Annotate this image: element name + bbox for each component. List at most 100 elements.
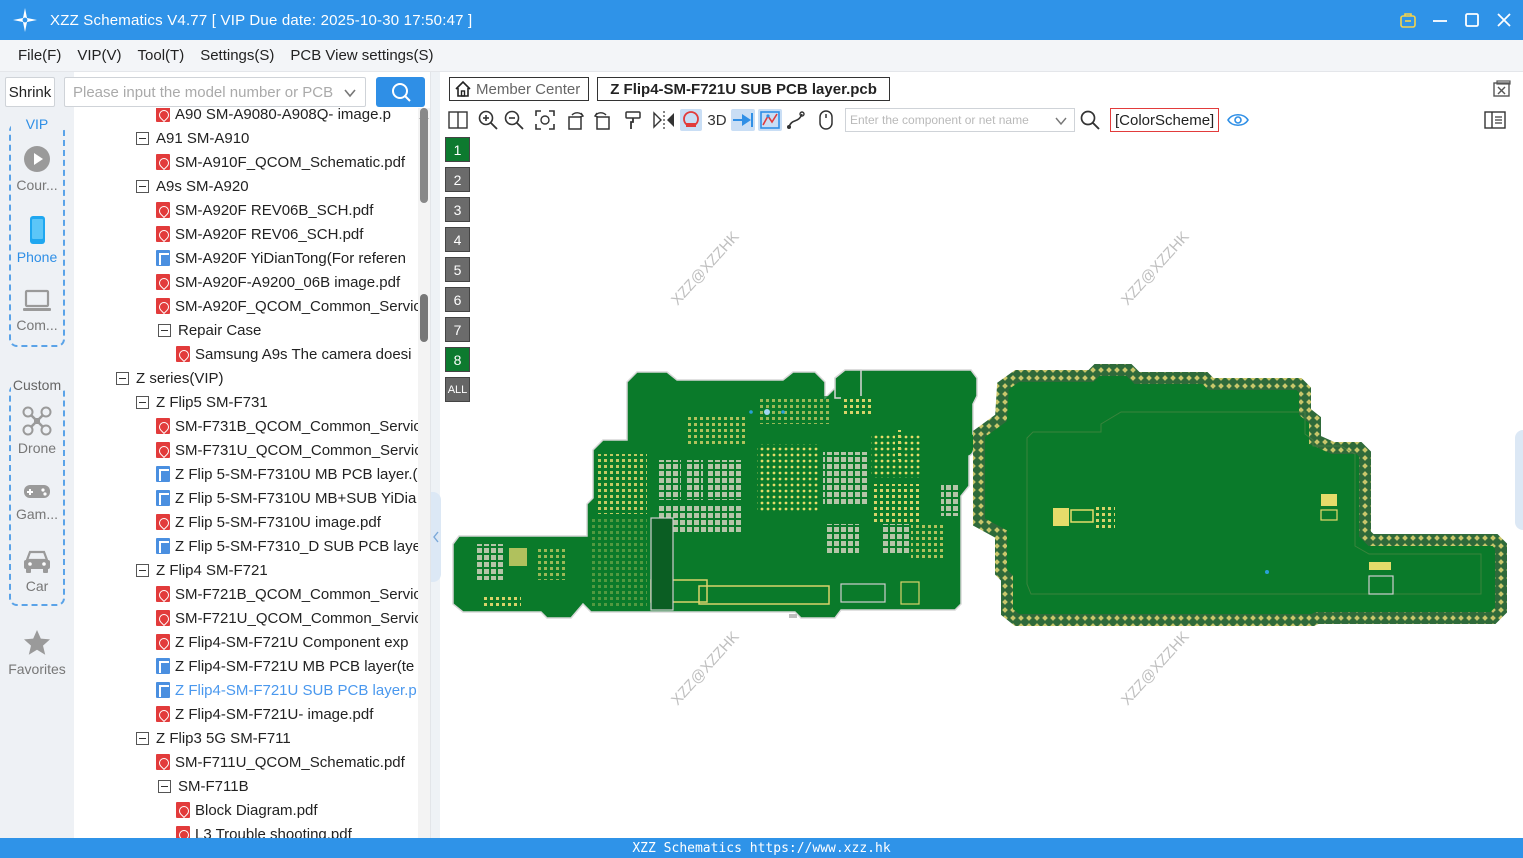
tree-file[interactable]: SM-A920F REV06_SCH.pdf <box>156 222 363 246</box>
component-view-icon[interactable] <box>680 109 702 131</box>
tree-file[interactable]: Samsung A9s The camera doesi <box>176 342 412 366</box>
tree-file[interactable]: Block Diagram.pdf <box>176 798 318 822</box>
pdf-file-icon <box>176 802 190 818</box>
tree-file[interactable]: Z Flip 5-SM-F7310U MB PCB layer.( <box>156 462 418 486</box>
minimize-button[interactable] <box>1431 11 1449 29</box>
rail-item-favorites[interactable]: Favorites <box>0 628 74 677</box>
rotate-right-icon[interactable] <box>591 109 613 131</box>
tree-file[interactable]: A90 SM-A9080-A908Q- image.p <box>156 108 391 126</box>
tree-folder[interactable]: Repair Case <box>158 318 261 342</box>
collapse-toggle-icon[interactable] <box>136 131 149 145</box>
custom-group-label: Custom <box>11 377 63 393</box>
tree-file[interactable]: Z Flip4-SM-F721U Component exp <box>156 630 408 654</box>
pdf-file-icon <box>156 274 170 290</box>
right-panel-handle[interactable] <box>1515 430 1523 530</box>
menu-file[interactable]: File(F) <box>18 47 61 64</box>
rail-item-drone[interactable]: Drone <box>11 406 63 456</box>
collapse-toggle-icon[interactable] <box>116 371 129 385</box>
tree-file[interactable]: Z Flip 5-SM-F7310U image.pdf <box>156 510 381 534</box>
tree-folder[interactable]: Z Flip4 SM-F721 <box>136 558 268 582</box>
menu-settings[interactable]: Settings(S) <box>200 47 274 64</box>
mirror-icon[interactable] <box>653 109 675 131</box>
tree-file[interactable]: Z Flip 5-SM-F7310_D SUB PCB laye <box>156 534 418 558</box>
tree-file[interactable]: Z Flip4-SM-F721U SUB PCB layer.p <box>156 678 417 702</box>
tree-file[interactable]: L3 Trouble shooting.pdf <box>176 822 352 838</box>
tree-folder[interactable]: A9s SM-A920 <box>136 174 249 198</box>
tree-file[interactable]: SM-F711U_QCOM_Schematic.pdf <box>156 750 405 774</box>
fit-view-icon[interactable] <box>534 109 556 131</box>
maximize-button[interactable] <box>1463 11 1481 29</box>
tree-folder[interactable]: Z series(VIP) <box>116 366 224 390</box>
collapse-toggle-icon[interactable] <box>136 731 149 745</box>
rail-item-computer[interactable]: Com... <box>11 289 63 333</box>
status-bar: XZZ Schematics https://www.xzz.hk <box>0 838 1523 858</box>
rail-item-phone[interactable]: Phone <box>11 215 63 265</box>
collapse-toggle-icon[interactable] <box>136 395 149 409</box>
menu-vip[interactable]: VIP(V) <box>77 47 121 64</box>
trace-icon[interactable] <box>785 109 807 131</box>
tree-file[interactable]: SM-A920F YiDianTong(For referen <box>156 246 406 270</box>
paint-brush-icon[interactable] <box>622 109 644 131</box>
tree-file[interactable]: SM-A920F REV06B_SCH.pdf <box>156 198 373 222</box>
model-search-input[interactable]: Please input the model number or PCB <box>64 77 366 107</box>
tree-file[interactable]: Z Flip4-SM-F721U- image.pdf <box>156 702 373 726</box>
scroll-thumb[interactable] <box>420 108 428 203</box>
3d-view-button[interactable]: 3D <box>705 109 729 131</box>
collapse-toggle-icon[interactable] <box>136 179 149 193</box>
vip-bag-icon[interactable] <box>1399 11 1417 29</box>
panel-splitter[interactable] <box>430 72 441 838</box>
scroll-thumb-secondary[interactable] <box>420 294 428 342</box>
tree-file[interactable]: SM-F721U_QCOM_Common_Servic <box>156 606 418 630</box>
tree-file[interactable]: SM-A920F-A9200_06B image.pdf <box>156 270 400 294</box>
pin-mode-icon[interactable] <box>731 109 755 131</box>
net-highlight-icon[interactable] <box>758 109 782 131</box>
pdf-file-icon <box>156 202 170 218</box>
component-search-icon[interactable] <box>1079 109 1101 131</box>
tree-file[interactable]: SM-F731U_QCOM_Common_Servic <box>156 438 418 462</box>
rotate-left-icon[interactable] <box>565 109 587 131</box>
tree-file[interactable]: SM-F731B_QCOM_Common_Servic <box>156 414 418 438</box>
tree-folder[interactable]: SM-F711B <box>158 774 249 798</box>
tab-member-center[interactable]: Member Center <box>449 77 590 101</box>
category-rail: Shrink VIP Cour... Phone Com... Custom D… <box>0 72 74 838</box>
close-tabs-icon[interactable] <box>1493 80 1511 98</box>
zoom-out-icon[interactable] <box>503 109 525 131</box>
tree-file[interactable]: SM-F721B_QCOM_Common_Servic <box>156 582 418 606</box>
tree-item-label: SM-F721U_QCOM_Common_Servic <box>175 609 418 627</box>
tree-folder[interactable]: A91 SM-A910 <box>136 126 249 150</box>
rail-item-car[interactable]: Car <box>11 548 63 594</box>
tree-folder[interactable]: Z Flip5 SM-F731 <box>136 390 268 414</box>
tree-folder[interactable]: Z Flip3 5G SM-F711 <box>136 726 291 750</box>
tree-item-label: Z Flip 5-SM-F7310U image.pdf <box>175 513 381 531</box>
tree-file[interactable]: Z Flip4-SM-F721U MB PCB layer(te <box>156 654 414 678</box>
zoom-in-icon[interactable] <box>477 109 499 131</box>
tab-active-file[interactable]: Z Flip4-SM-F721U SUB PCB layer.pcb <box>597 77 890 101</box>
close-button[interactable] <box>1495 11 1513 29</box>
rail-item-courses[interactable]: Cour... <box>11 145 63 193</box>
menu-tool[interactable]: Tool(T) <box>138 47 185 64</box>
menu-pcb-view-settings[interactable]: PCB View settings(S) <box>290 47 433 64</box>
tree-scrollbar[interactable] <box>418 108 430 838</box>
eye-icon[interactable] <box>1227 109 1249 131</box>
mouse-icon[interactable] <box>815 109 837 131</box>
shrink-button[interactable]: Shrink <box>5 77 55 107</box>
collapse-panel-handle[interactable] <box>431 492 441 582</box>
collapse-toggle-icon[interactable] <box>136 563 149 577</box>
rail-item-label: Car <box>25 578 49 594</box>
pcb-canvas[interactable]: XZZ@XZZHK XZZ@XZZHK XZZ@XZZHK XZZ@XZZHK <box>441 134 1523 838</box>
tree-file[interactable]: SM-A910F_QCOM_Schematic.pdf <box>156 150 405 174</box>
collapse-toggle-icon[interactable] <box>158 323 171 337</box>
color-scheme-button[interactable]: [ColorScheme] <box>1110 108 1220 132</box>
component-search-input[interactable]: Enter the component or net name <box>845 108 1075 132</box>
chevron-down-icon[interactable] <box>343 86 357 100</box>
split-view-icon[interactable] <box>447 109 469 131</box>
tree-file[interactable]: Z Flip 5-SM-F7310U MB+SUB YiDia <box>156 486 416 510</box>
collapse-toggle-icon[interactable] <box>158 779 171 793</box>
search-button[interactable] <box>376 77 425 107</box>
tree-item-label: Z Flip4-SM-F721U Component exp <box>175 633 409 651</box>
pdf-file-icon <box>156 706 170 722</box>
tree-file[interactable]: SM-A920F_QCOM_Common_Servic <box>156 294 418 318</box>
side-panel-toggle-icon[interactable] <box>1484 109 1506 131</box>
chevron-down-icon[interactable] <box>1054 114 1068 128</box>
rail-item-games[interactable]: Gam... <box>11 480 63 522</box>
